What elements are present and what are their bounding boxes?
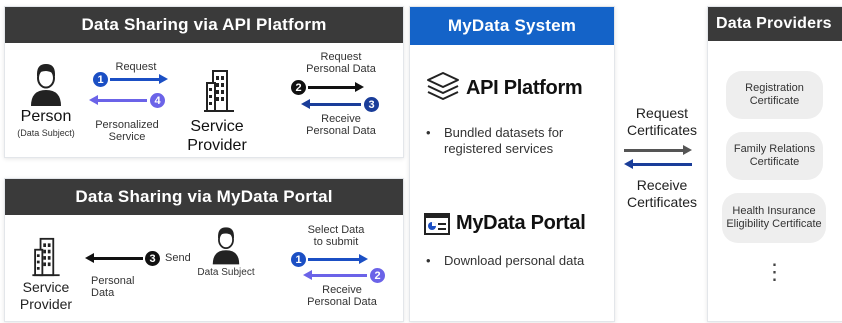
step-4-badge: 4 [150,93,165,108]
mydata-portal-label: MyData Portal [456,212,586,234]
api-sharing-panel: Data Sharing via API Platform Person (Da… [4,6,404,158]
receive-personal-data-arrow [301,99,361,109]
receive-certificates-arrow [624,159,692,169]
service-provider-label: Service Provider [187,118,247,154]
person-icon [31,64,61,106]
data-providers-title: Data Providers [708,7,842,41]
provider-item-health-insurance: Health Insurance Eligibility Certificate [722,193,826,243]
personal-data-label: Personal Data [91,275,135,299]
select-data-label: Select Data to submit [307,224,365,248]
layers-icon [427,72,459,100]
person-label: Person [20,108,72,125]
mydata-system-panel: MyData System API Platform • Bundled dat… [409,6,615,322]
request-personal-data-arrow [308,82,364,92]
step-2-badge: 2 [291,80,306,95]
request-arrow [110,74,168,84]
portal-receive-label: Receive Personal Data [307,284,377,308]
api-platform-bullet: Bundled datasets for registered services [444,125,564,156]
portal-step-2-badge: 2 [370,268,385,283]
mydata-system-title: MyData System [410,7,614,45]
step-1-badge: 1 [93,72,108,87]
send-label: Send [165,252,191,264]
send-arrow [85,253,143,263]
portal-service-provider-label: Service Provider [19,279,73,312]
api-sharing-title: Data Sharing via API Platform [5,7,403,43]
request-certificates-arrow [624,145,692,155]
personalized-service-arrow [89,95,147,105]
portal-sharing-panel: Data Sharing via MyData Portal Service P… [4,178,404,322]
receive-certificates-label: Receive Certificates [626,177,698,210]
personalized-service-label: Personalized Service [95,119,159,143]
portal-receive-arrow [303,270,367,280]
person-sub-label: (Data Subject) [17,128,75,138]
person-icon [212,227,240,265]
request-personal-data-label: Request Personal Data [306,51,376,75]
provider-item-family-relations: Family Relations Certificate [726,132,823,180]
select-data-arrow [308,254,368,264]
provider-item-registration: Registration Certificate [726,71,823,119]
step-3-badge: 3 [364,97,379,112]
request-certificates-label: Request Certificates [626,105,698,138]
api-platform-label: API Platform [466,77,583,99]
data-providers-panel: Data Providers Registration Certificate … [707,6,842,322]
portal-step-1-badge: 1 [291,252,306,267]
portal-step-3-badge: 3 [145,251,160,266]
data-subject-label: Data Subject [197,267,255,278]
portal-window-icon [424,213,450,235]
building-icon [32,237,60,277]
portal-bullet: Download personal data [444,253,585,268]
api-platform-bullet-dot: • [426,125,431,140]
receive-personal-data-label: Receive Personal Data [306,113,376,137]
more-providers-icon: ⋮ [763,259,786,284]
portal-sharing-title: Data Sharing via MyData Portal [5,179,403,215]
building-icon [204,70,234,112]
request-label: Request [115,61,157,73]
portal-bullet-dot: • [426,253,431,268]
